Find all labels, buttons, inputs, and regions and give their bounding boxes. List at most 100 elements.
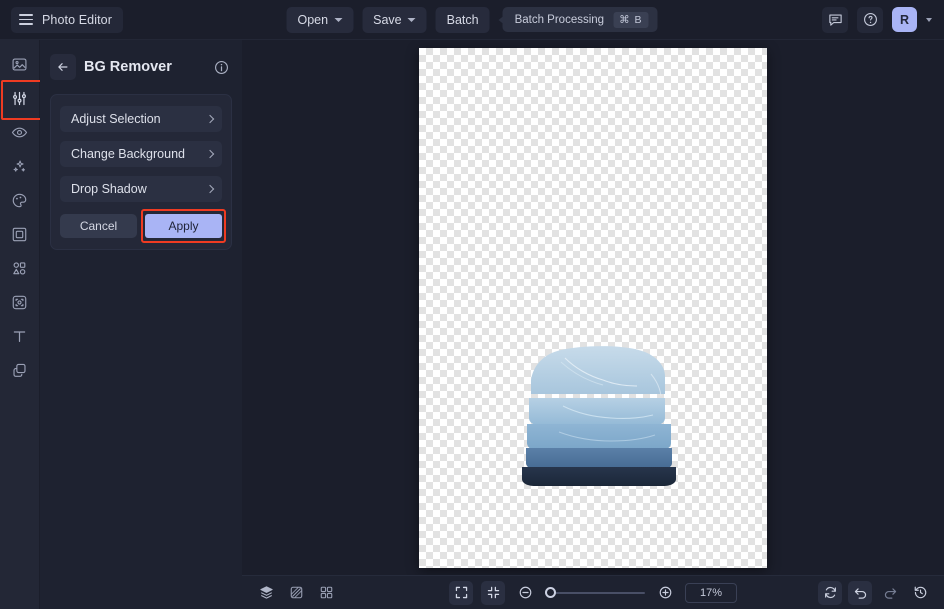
chat-icon	[828, 12, 843, 27]
zoom-slider[interactable]	[545, 586, 645, 600]
option-change-background[interactable]: Change Background	[60, 141, 222, 167]
jeans-stack-image	[513, 344, 685, 489]
history-button[interactable]	[908, 581, 932, 605]
transparency-button[interactable]	[284, 581, 308, 605]
chevron-right-icon	[206, 185, 214, 193]
chevron-right-icon	[206, 150, 214, 158]
grid-button[interactable]	[314, 581, 338, 605]
shapes-icon	[11, 260, 28, 277]
tooltip-shortcut: ⌘ B	[613, 12, 648, 28]
chevron-down-icon	[334, 18, 342, 22]
undo-button[interactable]	[848, 581, 872, 605]
undo-icon	[853, 585, 868, 600]
sidebar-item-focus[interactable]	[5, 288, 35, 316]
zoom-out-icon	[518, 585, 533, 600]
option-adjust-selection[interactable]: Adjust Selection	[60, 106, 222, 132]
fit-screen-button[interactable]	[481, 581, 505, 605]
redo-icon	[883, 585, 898, 600]
top-bar: Photo Editor Open Save Batch Batch Proce…	[0, 0, 944, 40]
batch-tooltip: Batch Processing ⌘ B	[503, 7, 658, 32]
app-root: Photo Editor Open Save Batch Batch Proce…	[0, 0, 944, 609]
sidebar-item-text[interactable]	[5, 322, 35, 350]
zoom-out-button[interactable]	[513, 581, 537, 605]
chevron-down-icon	[408, 18, 416, 22]
zoom-in-icon	[658, 585, 673, 600]
focus-crop-icon	[11, 294, 28, 311]
avatar[interactable]: R	[892, 7, 917, 32]
canvas-stage[interactable]	[242, 40, 944, 575]
cancel-button[interactable]: Cancel	[60, 214, 137, 238]
zoom-slider-track	[545, 592, 645, 594]
batch-label: Batch	[447, 13, 479, 27]
fullscreen-button[interactable]	[449, 581, 473, 605]
sidebar-item-color[interactable]	[5, 186, 35, 214]
app-menu-button[interactable]: Photo Editor	[11, 7, 123, 33]
sidebar-item-frame[interactable]	[5, 220, 35, 248]
zoom-level[interactable]: 17%	[685, 583, 737, 603]
chevron-down-icon[interactable]	[926, 18, 932, 22]
panel-actions: Cancel Apply	[60, 214, 222, 238]
sidebar-item-adjustments[interactable]	[5, 84, 35, 112]
fullscreen-icon	[454, 585, 469, 600]
option-label: Adjust Selection	[71, 112, 161, 126]
apply-button-highlight: Apply	[145, 214, 222, 238]
sidebar-item-image[interactable]	[5, 50, 35, 78]
layers-button[interactable]	[254, 581, 278, 605]
frame-icon	[11, 226, 28, 243]
sparkles-icon	[11, 158, 28, 175]
bottom-right-tools	[818, 581, 932, 605]
bottom-left-tools	[254, 581, 338, 605]
grid-icon	[319, 585, 334, 600]
image-icon	[11, 56, 28, 73]
sliders-icon	[11, 90, 28, 107]
option-label: Drop Shadow	[71, 182, 147, 196]
open-label: Open	[298, 13, 329, 27]
left-sidebar	[0, 40, 40, 609]
panel-back-button[interactable]	[50, 54, 76, 80]
transparency-icon	[289, 585, 304, 600]
redo-button[interactable]	[878, 581, 902, 605]
palette-icon	[11, 192, 28, 209]
bottom-bar: 17%	[242, 575, 944, 609]
panel-info-button[interactable]	[210, 56, 232, 78]
bottom-center-tools: 17%	[449, 581, 737, 605]
save-button[interactable]: Save	[362, 7, 427, 33]
history-icon	[913, 585, 928, 600]
tool-panel: BG Remover Adjust Selection Change Backg…	[40, 40, 242, 609]
chevron-right-icon	[206, 115, 214, 123]
artboard[interactable]	[419, 48, 767, 568]
open-button[interactable]: Open	[287, 7, 354, 33]
sidebar-item-preview[interactable]	[5, 118, 35, 146]
help-button[interactable]	[857, 7, 883, 33]
info-circle-icon	[214, 60, 229, 75]
save-label: Save	[373, 13, 402, 27]
hamburger-icon	[19, 14, 33, 25]
sidebar-item-effects[interactable]	[5, 152, 35, 180]
eye-icon	[11, 124, 28, 141]
avatar-initial: R	[900, 13, 909, 27]
zoom-slider-knob[interactable]	[545, 587, 556, 598]
layers-copy-icon	[11, 362, 28, 379]
zoom-in-button[interactable]	[653, 581, 677, 605]
top-right-actions: R	[822, 7, 932, 33]
panel-title: BG Remover	[84, 59, 202, 75]
top-center-actions: Open Save Batch Batch Processing ⌘ B	[287, 7, 658, 33]
fit-screen-icon	[486, 585, 501, 600]
sidebar-item-layers[interactable]	[5, 356, 35, 384]
option-drop-shadow[interactable]: Drop Shadow	[60, 176, 222, 202]
app-title: Photo Editor	[42, 13, 112, 27]
chat-button[interactable]	[822, 7, 848, 33]
tooltip-text: Batch Processing	[515, 14, 605, 26]
layers-icon	[259, 585, 274, 600]
panel-header: BG Remover	[50, 50, 232, 84]
refresh-icon	[823, 585, 838, 600]
arrow-left-icon	[56, 60, 70, 74]
apply-button[interactable]: Apply	[145, 214, 222, 238]
batch-button[interactable]: Batch	[436, 7, 490, 33]
sidebar-item-shapes[interactable]	[5, 254, 35, 282]
panel-options-card: Adjust Selection Change Background Drop …	[50, 94, 232, 250]
text-icon	[11, 328, 28, 345]
refresh-button[interactable]	[818, 581, 842, 605]
help-circle-icon	[863, 12, 878, 27]
option-label: Change Background	[71, 147, 185, 161]
